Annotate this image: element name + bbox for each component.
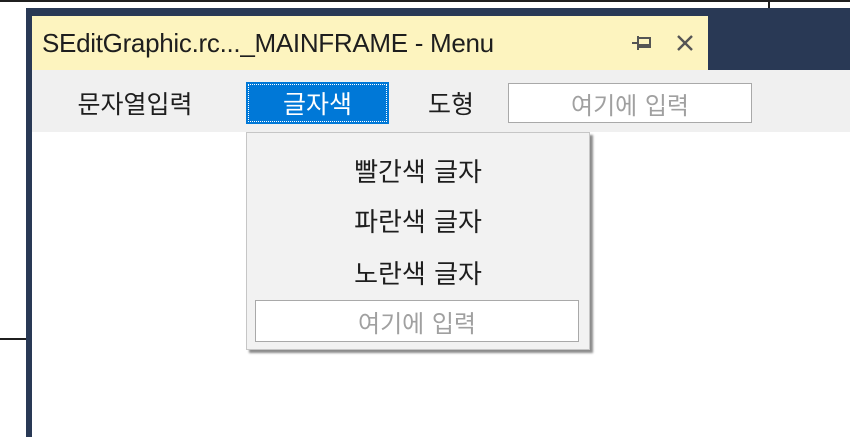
menubar-type-here-input[interactable]: 여기에 입력	[508, 83, 752, 123]
dropdown-item-yellow-text[interactable]: 노란색 글자	[247, 247, 589, 297]
document-tab-title: SEditGraphic.rc..._MAINFRAME - Menu	[42, 27, 494, 58]
editor-window: SEditGraphic.rc..._MAINFRAME - Menu 문자열입…	[26, 8, 850, 437]
edge-line	[0, 338, 26, 340]
text-color-dropdown-menu: 빨간색 글자 파란색 글자 노란색 글자 여기에 입력	[246, 132, 590, 350]
pin-icon[interactable]	[627, 28, 657, 58]
dropdown-item-blue-text[interactable]: 파란색 글자	[247, 195, 589, 245]
document-tab[interactable]: SEditGraphic.rc..._MAINFRAME - Menu	[32, 16, 708, 70]
menu-item-string-input[interactable]: 문자열입력	[46, 82, 224, 124]
edge-line	[0, 0, 850, 2]
dropdown-item-red-text[interactable]: 빨간색 글자	[247, 145, 589, 195]
menu-item-shape[interactable]: 도형	[410, 82, 492, 124]
close-icon[interactable]	[670, 28, 700, 58]
screenshot: SEditGraphic.rc..._MAINFRAME - Menu 문자열입…	[0, 0, 850, 437]
menubar: 문자열입력 글자색 도형 여기에 입력	[32, 70, 850, 132]
menu-item-text-color[interactable]: 글자색	[246, 82, 389, 124]
menu-designer-surface: 문자열입력 글자색 도형 여기에 입력 빨간색 글자 파란색 글자 노란색 글자…	[32, 70, 850, 437]
dropdown-type-here-input[interactable]: 여기에 입력	[255, 300, 579, 342]
